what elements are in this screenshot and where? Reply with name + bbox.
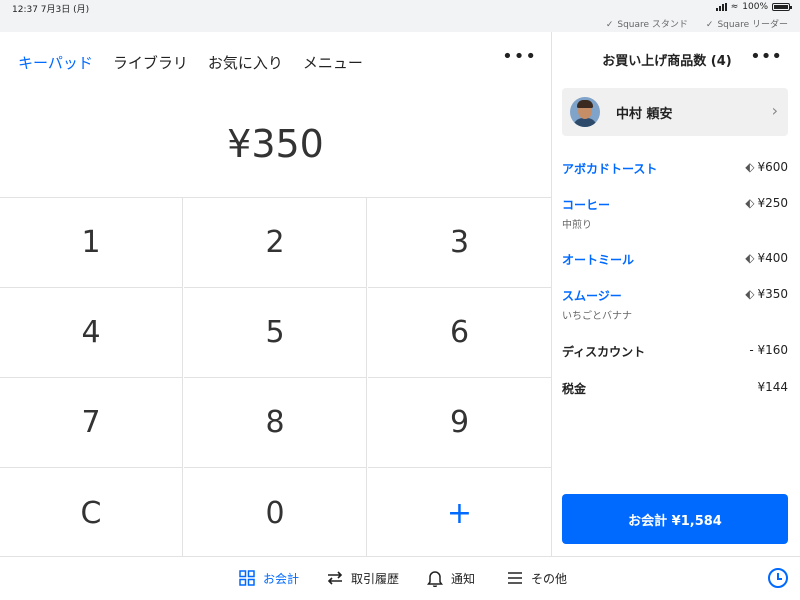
cart-item[interactable]: コーヒー 中煎り ⬖ ¥250 xyxy=(562,196,788,231)
check-icon: ✓ xyxy=(705,20,714,30)
status-time: 12:37 7月3日 (月) xyxy=(12,5,90,15)
key-clear[interactable]: C xyxy=(0,468,183,558)
nav-transactions[interactable]: 取引履歴 xyxy=(326,569,399,587)
clock-icon[interactable] xyxy=(768,568,788,588)
amount-display: ¥350 xyxy=(227,122,324,166)
battery-icon xyxy=(772,3,792,11)
keypad: 1 2 3 4 5 6 7 8 9 C 0 + xyxy=(0,197,551,558)
item-price: ⬖ ¥600 xyxy=(745,160,788,174)
cart-item[interactable]: スムージー いちごとバナナ ⬖ ¥350 xyxy=(562,287,788,322)
reader-status: ✓ Square リーダー xyxy=(705,20,788,30)
tag-icon: ⬖ xyxy=(745,160,755,174)
nav-checkout[interactable]: お会計 xyxy=(238,569,299,587)
key-9[interactable]: 9 xyxy=(368,378,551,468)
item-variant: 中煎り xyxy=(562,220,592,231)
key-7[interactable]: 7 xyxy=(0,378,183,468)
item-price: ⬖ ¥400 xyxy=(745,251,788,265)
wifi-icon: ≈ xyxy=(730,2,739,12)
tab-keypad[interactable]: キーパッド xyxy=(18,52,93,73)
more-options-icon[interactable]: ••• xyxy=(502,46,537,67)
customer-row[interactable]: 中村 頼安 › xyxy=(562,88,788,136)
key-1[interactable]: 1 xyxy=(0,198,183,288)
tag-icon: ⬖ xyxy=(745,287,755,301)
add-item-button[interactable]: + xyxy=(368,468,551,558)
tax-row[interactable]: 税金 ¥144 xyxy=(562,380,788,397)
item-variant: いちごとバナナ xyxy=(562,311,632,322)
status-indicators: ≈ 100% xyxy=(715,2,792,12)
nav-label: 通知 xyxy=(451,571,476,586)
tag-icon: ⬖ xyxy=(745,251,755,265)
nav-notifications[interactable]: 通知 xyxy=(426,569,475,587)
top-tabs: キーパッド ライブラリ お気に入り メニュー xyxy=(18,52,363,73)
key-2[interactable]: 2 xyxy=(184,198,367,288)
bell-icon xyxy=(426,569,444,587)
tag-icon: ⬖ xyxy=(745,196,755,210)
checkout-button[interactable]: お会計 ¥1,584 xyxy=(562,494,788,544)
nav-label: 取引履歴 xyxy=(351,571,400,586)
key-4[interactable]: 4 xyxy=(0,288,183,378)
status-bar: 12:37 7月3日 (月) ≈ 100% ✓ Square スタンド ✓ Squa… xyxy=(0,0,800,32)
customer-name: 中村 頼安 xyxy=(616,107,673,122)
item-price: ⬖ ¥350 xyxy=(745,287,788,301)
nav-label: その他 xyxy=(531,571,568,586)
tax-label: 税金 xyxy=(562,382,587,396)
keypad-panel: キーパッド ライブラリ お気に入り メニュー ••• ¥350 1 2 3 4 … xyxy=(0,32,551,558)
stand-status: ✓ Square スタンド xyxy=(605,20,688,30)
menu-icon xyxy=(506,569,524,587)
signal-icon xyxy=(715,3,727,11)
avatar xyxy=(570,97,600,127)
cart-panel: お買い上げ商品数 (4) ••• 中村 頼安 › アボカドトースト ⬖ ¥600 … xyxy=(552,32,800,556)
tax-value: ¥144 xyxy=(757,380,788,394)
key-0[interactable]: 0 xyxy=(184,468,367,558)
cart-item[interactable]: アボカドトースト ⬖ ¥600 xyxy=(562,160,788,177)
cart-item[interactable]: オートミール ⬖ ¥400 xyxy=(562,251,788,268)
check-icon: ✓ xyxy=(605,20,614,30)
key-6[interactable]: 6 xyxy=(368,288,551,378)
discount-row[interactable]: ディスカウント - ¥160 xyxy=(562,343,788,360)
key-3[interactable]: 3 xyxy=(368,198,551,288)
nav-label: お会計 xyxy=(263,571,300,586)
grid-icon xyxy=(238,569,256,587)
item-price: ⬖ ¥250 xyxy=(745,196,788,210)
tab-library[interactable]: ライブラリ xyxy=(113,52,188,73)
swap-arrows-icon xyxy=(326,569,344,587)
tab-menu[interactable]: メニュー xyxy=(303,52,363,73)
key-5[interactable]: 5 xyxy=(184,288,367,378)
tab-favorites[interactable]: お気に入り xyxy=(208,52,283,73)
device-status: ✓ Square スタンド ✓ Square リーダー xyxy=(606,17,788,30)
bottom-nav: お会計 取引履歴 通知 その他 xyxy=(0,556,800,600)
cart-title: お買い上げ商品数 (4) xyxy=(602,54,732,69)
battery-percent: 100% xyxy=(742,2,768,12)
nav-more[interactable]: その他 xyxy=(506,569,567,587)
chevron-right-icon: › xyxy=(771,101,778,120)
cart-more-icon[interactable]: ••• xyxy=(750,46,782,67)
discount-label: ディスカウント xyxy=(562,345,646,359)
key-8[interactable]: 8 xyxy=(184,378,367,468)
discount-value: - ¥160 xyxy=(749,343,788,357)
